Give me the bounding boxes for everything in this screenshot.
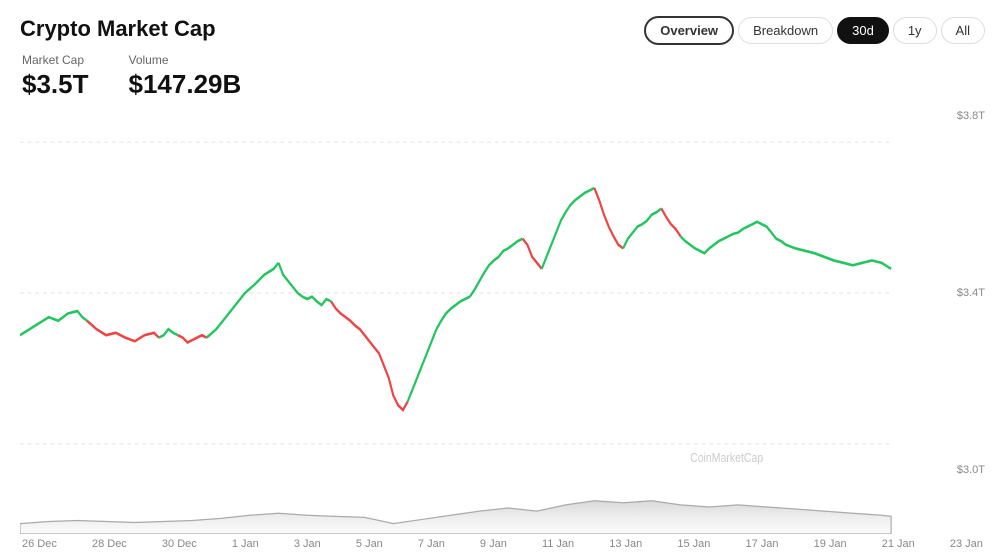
x-label-10: 15 Jan [677,538,710,550]
x-label-5: 5 Jan [356,538,383,550]
market-cap-block: Market Cap $3.5T [22,53,89,100]
x-label-6: 7 Jan [418,538,445,550]
page-title: Crypto Market Cap [20,16,216,42]
metrics-row: Market Cap $3.5T Volume $147.29B [20,53,985,100]
volume-block: Volume $147.29B [129,53,242,100]
x-label-8: 11 Jan [542,538,574,550]
header-row: Crypto Market Cap Overview Breakdown 30d… [20,16,985,45]
x-label-7: 9 Jan [480,538,507,550]
tab-overview[interactable]: Overview [644,16,734,45]
tab-breakdown[interactable]: Breakdown [738,17,833,44]
volume-value: $147.29B [129,69,242,100]
svg-text:CoinMarketCap: CoinMarketCap [690,450,763,466]
main-chart-svg: CoinMarketCap [20,106,985,480]
x-label-13: 21 Jan [882,538,915,550]
y-axis: $3.8T $3.4T $3.0T [957,106,985,480]
x-label-1: 28 Dec [92,538,127,550]
market-cap-label: Market Cap [22,53,89,67]
mini-chart [20,482,985,534]
main-container: Crypto Market Cap Overview Breakdown 30d… [0,0,1005,560]
market-cap-value: $3.5T [22,69,89,100]
mini-chart-svg [20,482,985,534]
x-label-2: 30 Dec [162,538,197,550]
x-label-14: 23 Jan [950,538,983,550]
x-label-12: 19 Jan [814,538,847,550]
y-label-top: $3.8T [957,110,985,122]
x-axis: 26 Dec 28 Dec 30 Dec 1 Jan 3 Jan 5 Jan 7… [20,534,985,550]
tab-all[interactable]: All [941,17,985,44]
y-label-mid: $3.4T [957,287,985,299]
x-label-4: 3 Jan [294,538,321,550]
tab-30d[interactable]: 30d [837,17,889,44]
x-label-11: 17 Jan [746,538,779,550]
x-label-9: 13 Jan [609,538,642,550]
tab-1y[interactable]: 1y [893,17,937,44]
chart-area: $3.8T $3.4T $3.0T [20,106,985,550]
main-chart-wrapper: $3.8T $3.4T $3.0T [20,106,985,480]
tab-group: Overview Breakdown 30d 1y All [644,16,985,45]
y-label-bot: $3.0T [957,464,985,476]
x-label-0: 26 Dec [22,538,57,550]
x-label-3: 1 Jan [232,538,259,550]
volume-label: Volume [129,53,242,67]
